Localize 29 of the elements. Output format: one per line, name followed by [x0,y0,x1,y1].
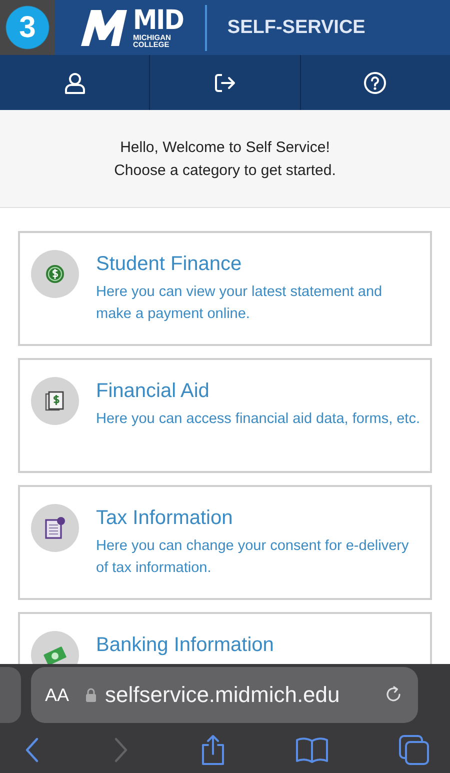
card-title: Tax Information [96,507,234,530]
step-badge: 3 [0,0,55,55]
tabs-icon[interactable] [398,734,430,766]
text-size-button[interactable]: AA [45,684,70,706]
category-card[interactable]: Student Finance Here you can view your latest statement and make a payment online. [18,231,432,346]
help-icon [363,70,388,94]
card-description: Here you can change your consent for e-delivery of tax information. [96,537,410,578]
url-text: selfservice.midmich.edu [105,682,341,708]
logo-icon [79,8,129,48]
share-icon[interactable] [200,734,226,766]
bookmarks-icon[interactable] [295,736,329,764]
card-title: Banking Information [96,634,274,657]
stacked-bills-icon [44,390,66,412]
category-card[interactable]: Tax Information Here you can change your consent for e-delivery of tax information. [18,485,432,600]
logo-wordmark: MID [133,6,184,34]
person-icon [62,70,87,94]
welcome-text: Hello, Welcome to Self Service! [120,138,330,156]
lock-icon [85,688,98,702]
card-title: Financial Aid [96,380,210,403]
dollar-coin-icon [45,264,65,284]
card-description: Here you can access financial aid data, forms, etc. [96,410,420,429]
address-bar[interactable]: AA selfservice.midmich.edu [31,667,418,723]
previous-tab-preview [0,667,21,723]
app-title: SELF-SERVICE [227,16,366,38]
category-card[interactable]: Financial Aid Here you can access financial aid data, forms, etc. [18,358,432,473]
tax-document-icon [43,516,67,540]
card-description: Here you can view your latest statement and make a payment online. [96,283,384,324]
welcome-text: Choose a category to get started. [114,162,336,178]
card-title: Student Finance [96,253,243,276]
